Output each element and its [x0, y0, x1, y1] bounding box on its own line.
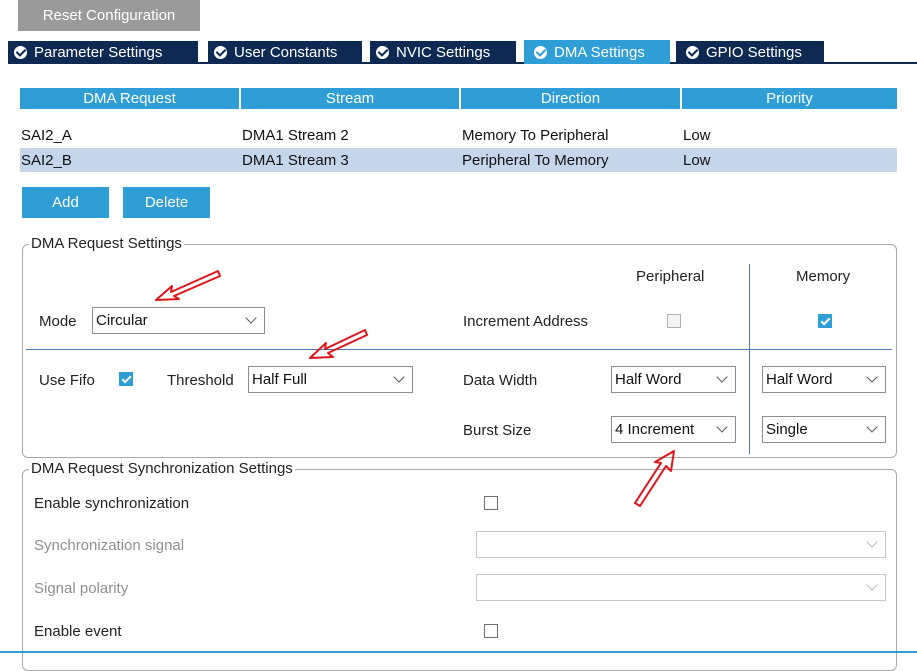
- cell-stream: DMA1 Stream 3: [242, 151, 349, 169]
- check-circle-icon: [214, 46, 227, 59]
- check-circle-icon: [14, 46, 27, 59]
- row-divider: [26, 349, 892, 350]
- cell-dma-request: SAI2_B: [21, 151, 72, 169]
- column-header-dma-request[interactable]: DMA Request: [20, 88, 239, 109]
- sync-signal-label: Synchronization signal: [34, 537, 185, 554]
- use-fifo-checkbox[interactable]: [119, 372, 133, 386]
- annotation-arrow-icon: [155, 270, 221, 301]
- chevron-down-icon: [393, 371, 405, 383]
- peripheral-data-width-select[interactable]: Half Word: [611, 366, 736, 393]
- tab-parameter-settings[interactable]: Parameter Settings: [8, 41, 198, 64]
- annotation-arrow-icon: [309, 329, 368, 359]
- chevron-down-icon: [866, 536, 878, 548]
- peripheral-increment-checkbox[interactable]: [667, 314, 681, 328]
- check-circle-icon: [686, 46, 699, 59]
- threshold-label: Threshold: [167, 372, 234, 389]
- tab-gpio-settings[interactable]: GPIO Settings: [676, 41, 824, 64]
- group-legend: DMA Request Settings: [29, 235, 184, 252]
- delete-button[interactable]: Delete: [123, 187, 210, 218]
- enable-sync-label: Enable synchronization: [34, 495, 190, 512]
- peripheral-burst-size-select[interactable]: 4 Increment: [611, 416, 736, 443]
- threshold-select[interactable]: Half Full: [248, 366, 413, 393]
- tab-user-constants[interactable]: User Constants: [208, 41, 362, 64]
- add-button[interactable]: Add: [22, 187, 109, 218]
- chevron-down-icon: [866, 371, 878, 383]
- memory-burst-size-select[interactable]: Single: [762, 416, 886, 443]
- table-row-selected[interactable]: SAI2_B DMA1 Stream 3 Peripheral To Memor…: [20, 148, 897, 172]
- enable-event-label: Enable event: [34, 623, 122, 640]
- chevron-down-icon: [866, 421, 878, 433]
- cell-dma-request: SAI2_A: [21, 126, 72, 144]
- tab-label: DMA Settings: [554, 43, 645, 61]
- mode-value: Circular: [96, 312, 148, 329]
- peripheral-column-header: Peripheral: [636, 268, 705, 285]
- use-fifo-label: Use Fifo: [39, 372, 95, 389]
- reset-configuration-button[interactable]: Reset Configuration: [18, 0, 200, 31]
- tab-nvic-settings[interactable]: NVIC Settings: [370, 41, 516, 64]
- mode-label: Mode: [39, 313, 77, 330]
- memory-column-header: Memory: [796, 268, 851, 285]
- tab-label: NVIC Settings: [396, 44, 491, 61]
- column-header-priority[interactable]: Priority: [682, 88, 897, 109]
- peripheral-burst-size-value: 4 Increment: [615, 421, 695, 438]
- sync-signal-select[interactable]: [476, 531, 886, 558]
- chevron-down-icon: [245, 312, 257, 324]
- group-legend: DMA Request Synchronization Settings: [29, 460, 295, 477]
- enable-event-checkbox[interactable]: [484, 624, 498, 638]
- tab-label: User Constants: [234, 44, 338, 61]
- threshold-value: Half Full: [252, 371, 308, 388]
- column-header-direction[interactable]: Direction: [461, 88, 680, 109]
- bottom-border: [0, 651, 917, 653]
- tab-label: Parameter Settings: [34, 44, 163, 61]
- enable-sync-checkbox[interactable]: [484, 496, 498, 510]
- mode-select[interactable]: Circular: [92, 307, 265, 334]
- chevron-down-icon: [716, 371, 728, 383]
- column-divider: [749, 264, 750, 454]
- annotation-arrow-icon: [634, 450, 675, 507]
- tab-label: GPIO Settings: [706, 44, 802, 61]
- check-circle-icon: [534, 45, 547, 59]
- tab-dma-settings[interactable]: DMA Settings: [524, 40, 670, 64]
- tab-bar: Parameter Settings User Constants NVIC S…: [8, 40, 917, 64]
- cell-priority: Low: [683, 151, 711, 169]
- signal-polarity-select[interactable]: [476, 574, 886, 601]
- cell-stream: DMA1 Stream 2: [242, 126, 349, 144]
- chevron-down-icon: [866, 579, 878, 591]
- memory-data-width-select[interactable]: Half Word: [762, 366, 886, 393]
- signal-polarity-label: Signal polarity: [34, 580, 129, 597]
- data-width-label: Data Width: [463, 372, 538, 389]
- table-row[interactable]: SAI2_A DMA1 Stream 2 Memory To Periphera…: [20, 123, 897, 147]
- cell-direction: Memory To Peripheral: [462, 126, 609, 144]
- check-circle-icon: [376, 46, 389, 59]
- cell-priority: Low: [683, 126, 711, 144]
- increment-address-label: Increment Address: [463, 313, 589, 330]
- memory-burst-size-value: Single: [766, 421, 808, 438]
- peripheral-data-width-value: Half Word: [615, 371, 682, 388]
- chevron-down-icon: [716, 421, 728, 433]
- column-header-stream[interactable]: Stream: [241, 88, 459, 109]
- cell-direction: Peripheral To Memory: [462, 151, 609, 169]
- burst-size-label: Burst Size: [463, 422, 532, 439]
- memory-increment-checkbox[interactable]: [818, 314, 832, 328]
- memory-data-width-value: Half Word: [766, 371, 833, 388]
